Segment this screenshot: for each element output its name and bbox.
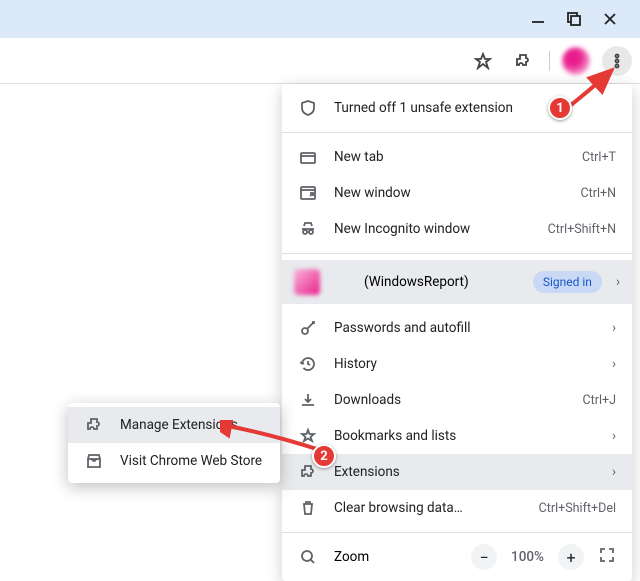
chevron-right-icon: › (612, 464, 616, 480)
chrome-main-menu: Turned off 1 unsafe extension New tab Ct… (282, 84, 632, 581)
menu-history[interactable]: History › (282, 346, 632, 382)
zoom-percent: 100% (511, 549, 544, 565)
menu-incognito[interactable]: New Incognito window Ctrl+Shift+N (282, 211, 632, 247)
close-icon (601, 10, 619, 28)
menu-label: Passwords and autofill (334, 320, 604, 336)
profile-name: (WindowsReport) (364, 274, 533, 290)
incognito-icon (298, 219, 318, 239)
menu-accelerator: Ctrl+T (582, 150, 616, 165)
extensions-submenu: Manage Extensions Visit Chrome Web Store (68, 403, 280, 483)
chevron-right-icon: › (612, 320, 616, 336)
menu-profile-row[interactable]: (WindowsReport) Signed in › (282, 260, 632, 304)
more-menu-button[interactable] (602, 46, 632, 76)
toolbar-divider (549, 51, 550, 71)
profile-avatar[interactable] (562, 47, 590, 75)
menu-label: Extensions (334, 464, 604, 480)
menu-unsafe-extension-warning[interactable]: Turned off 1 unsafe extension (282, 90, 632, 126)
bookmark-star-button[interactable] (469, 47, 497, 75)
close-button[interactable] (592, 5, 628, 33)
menu-label: Zoom (334, 549, 471, 565)
zoom-in-button[interactable]: + (558, 544, 584, 570)
menu-label: Manage Extensions (120, 417, 264, 433)
minimize-icon (529, 10, 547, 28)
menu-label: History (334, 356, 604, 372)
menu-label: Clear browsing data… (334, 500, 539, 516)
menu-label: New window (334, 185, 580, 201)
menu-bookmarks[interactable]: Bookmarks and lists › (282, 418, 632, 454)
puzzle-icon (84, 415, 104, 435)
fullscreen-icon[interactable] (598, 546, 616, 568)
dots-vertical-icon (608, 52, 626, 70)
profile-avatar-icon (294, 269, 320, 295)
browser-toolbar (0, 38, 640, 84)
chevron-right-icon: › (616, 274, 620, 290)
menu-label: Bookmarks and lists (334, 428, 604, 444)
window-titlebar (0, 0, 640, 38)
submenu-web-store[interactable]: Visit Chrome Web Store (68, 443, 280, 479)
store-icon (84, 451, 104, 471)
bookmark-star-icon (298, 426, 318, 446)
chevron-right-icon: › (612, 356, 616, 372)
maximize-icon (565, 10, 583, 28)
menu-new-tab[interactable]: New tab Ctrl+T (282, 139, 632, 175)
menu-label: New Incognito window (334, 221, 548, 237)
menu-accelerator: Ctrl+Shift+Del (539, 501, 616, 516)
key-icon (298, 318, 318, 338)
menu-accelerator: Ctrl+J (583, 393, 617, 408)
window-icon (298, 183, 318, 203)
menu-new-window[interactable]: New window Ctrl+N (282, 175, 632, 211)
zoom-icon (298, 547, 318, 567)
tab-icon (298, 147, 318, 167)
menu-separator (282, 532, 632, 533)
menu-clear-data[interactable]: Clear browsing data… Ctrl+Shift+Del (282, 490, 632, 526)
menu-accelerator: Ctrl+Shift+N (548, 222, 616, 237)
shield-icon (298, 98, 318, 118)
star-icon (474, 52, 492, 70)
menu-extensions[interactable]: Extensions › (282, 454, 632, 490)
history-icon (298, 354, 318, 374)
trash-icon (298, 498, 318, 518)
menu-label: Downloads (334, 392, 583, 408)
menu-zoom: Zoom − 100% + (282, 539, 632, 575)
menu-accelerator: Ctrl+N (580, 186, 616, 201)
menu-separator (282, 132, 632, 133)
puzzle-icon (514, 52, 532, 70)
chevron-right-icon: › (612, 428, 616, 444)
menu-label: Visit Chrome Web Store (120, 453, 264, 469)
menu-separator (282, 253, 632, 254)
zoom-out-button[interactable]: − (471, 544, 497, 570)
maximize-button[interactable] (556, 5, 592, 33)
menu-passwords[interactable]: Passwords and autofill › (282, 310, 632, 346)
menu-label: Turned off 1 unsafe extension (334, 100, 616, 116)
signed-in-badge: Signed in (533, 271, 602, 293)
extensions-button[interactable] (509, 47, 537, 75)
puzzle-icon (298, 462, 318, 482)
download-icon (298, 390, 318, 410)
minimize-button[interactable] (520, 5, 556, 33)
menu-label: New tab (334, 149, 582, 165)
submenu-manage-extensions[interactable]: Manage Extensions (68, 407, 280, 443)
menu-downloads[interactable]: Downloads Ctrl+J (282, 382, 632, 418)
